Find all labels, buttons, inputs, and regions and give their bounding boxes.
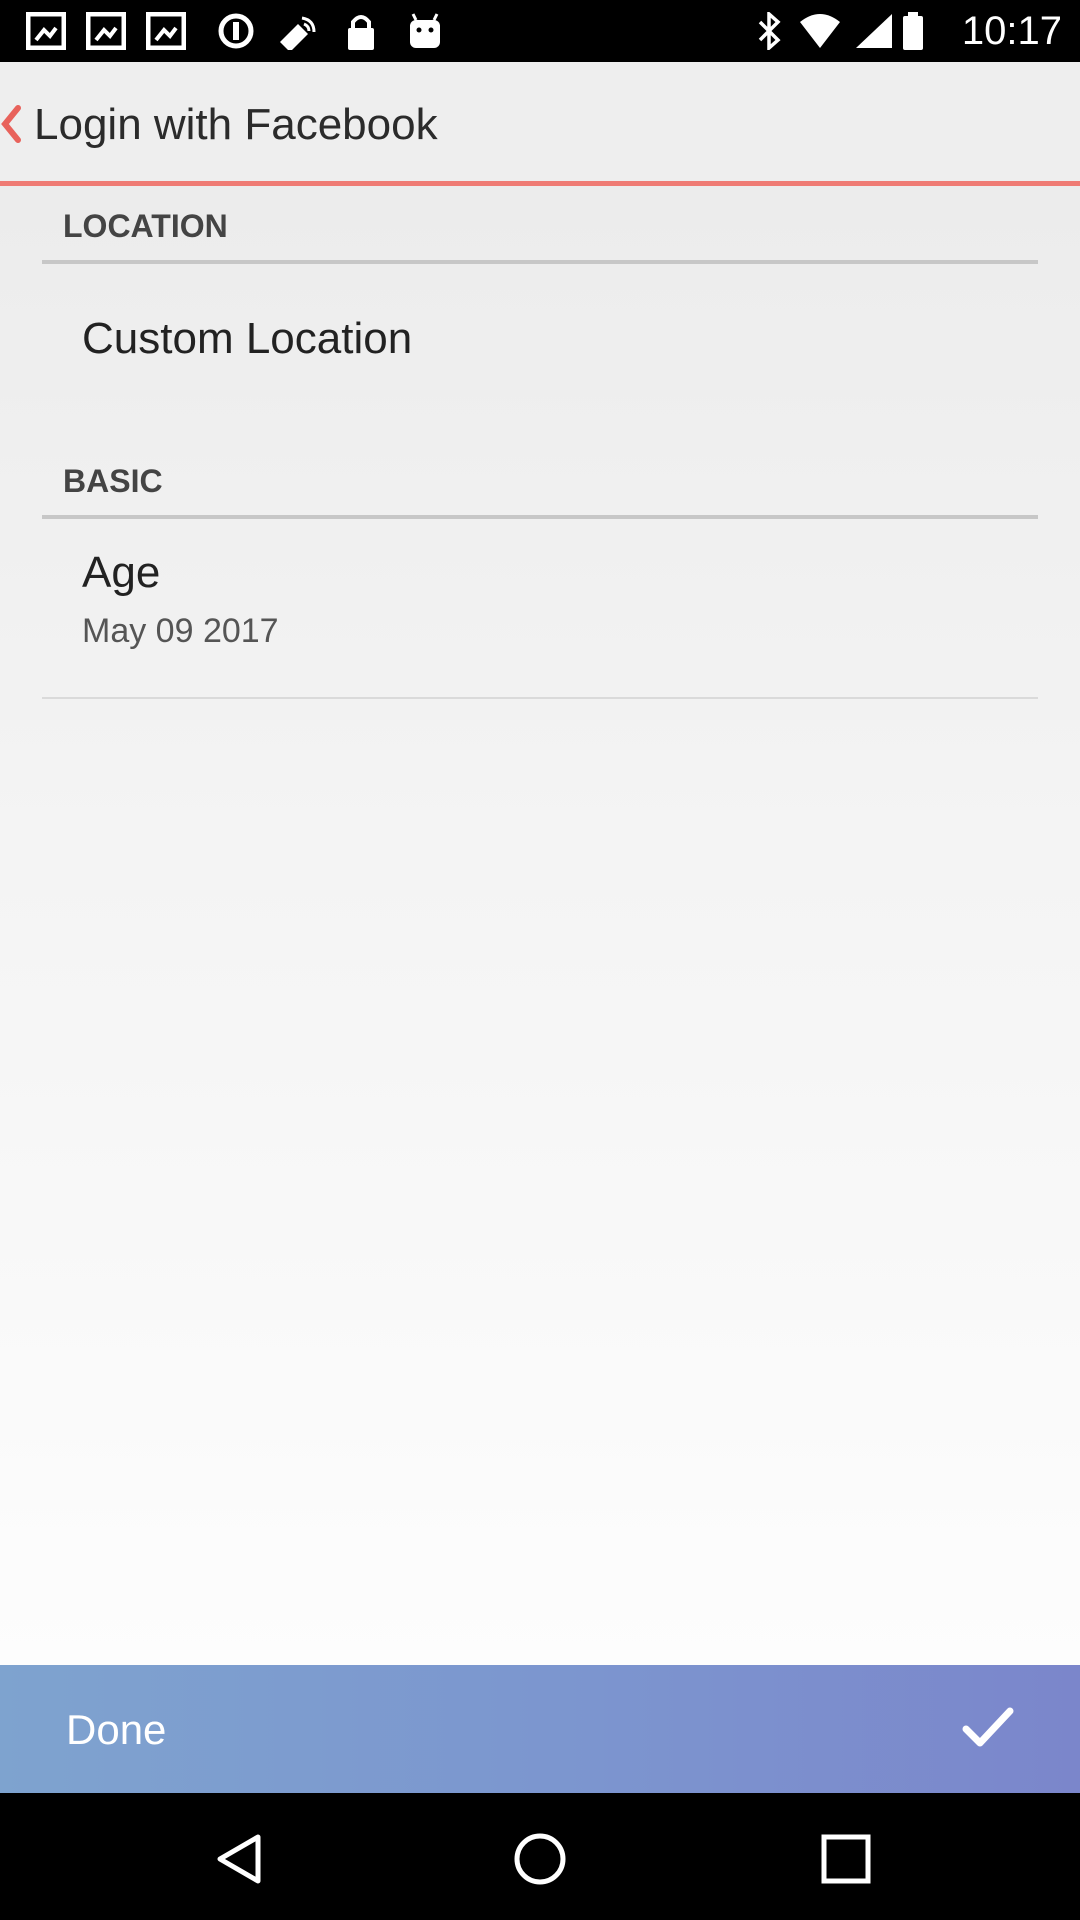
gallery-icon xyxy=(26,12,66,50)
preferences-list: LOCATION Custom Location BASIC Age May 0… xyxy=(0,186,1080,1665)
android-icon xyxy=(410,13,440,48)
page-title: Login with Facebook xyxy=(34,100,438,149)
navigation-bar xyxy=(0,1793,1080,1920)
signal-icon xyxy=(856,14,892,48)
pref-age[interactable]: Age May 09 2017 xyxy=(0,526,1080,696)
app-bar: Login with Facebook xyxy=(0,62,1080,186)
done-label: Done xyxy=(66,1706,167,1753)
check-icon xyxy=(962,1707,1014,1747)
pref-custom-location[interactable]: Custom Location xyxy=(0,278,1080,418)
home-circle-icon[interactable] xyxy=(512,1831,568,1887)
divider xyxy=(42,697,1038,699)
back-triangle-icon[interactable] xyxy=(212,1831,268,1887)
lock-icon xyxy=(348,15,374,50)
back-chevron-icon[interactable] xyxy=(0,100,24,148)
data-saver-icon xyxy=(218,13,254,49)
battery-icon xyxy=(903,12,923,50)
clock: 10:17 xyxy=(961,9,1062,53)
pref-summary: May 09 2017 xyxy=(82,612,279,650)
section-header-location: LOCATION xyxy=(42,208,1038,264)
pref-title: Custom Location xyxy=(82,314,413,363)
bluetooth-icon xyxy=(758,12,781,50)
fake-gps-icon xyxy=(280,16,316,50)
recents-square-icon[interactable] xyxy=(818,1831,874,1887)
gallery-icon xyxy=(86,12,126,50)
gallery-icon xyxy=(146,12,186,50)
section-header-basic: BASIC xyxy=(42,463,1038,519)
done-button[interactable]: Done xyxy=(0,1665,1080,1793)
pref-title: Age xyxy=(82,548,161,597)
screen: 10:17 Login with Facebook LOCATION Custo… xyxy=(0,0,1080,1920)
wifi-icon xyxy=(800,14,840,48)
status-bar: 10:17 xyxy=(0,0,1080,62)
